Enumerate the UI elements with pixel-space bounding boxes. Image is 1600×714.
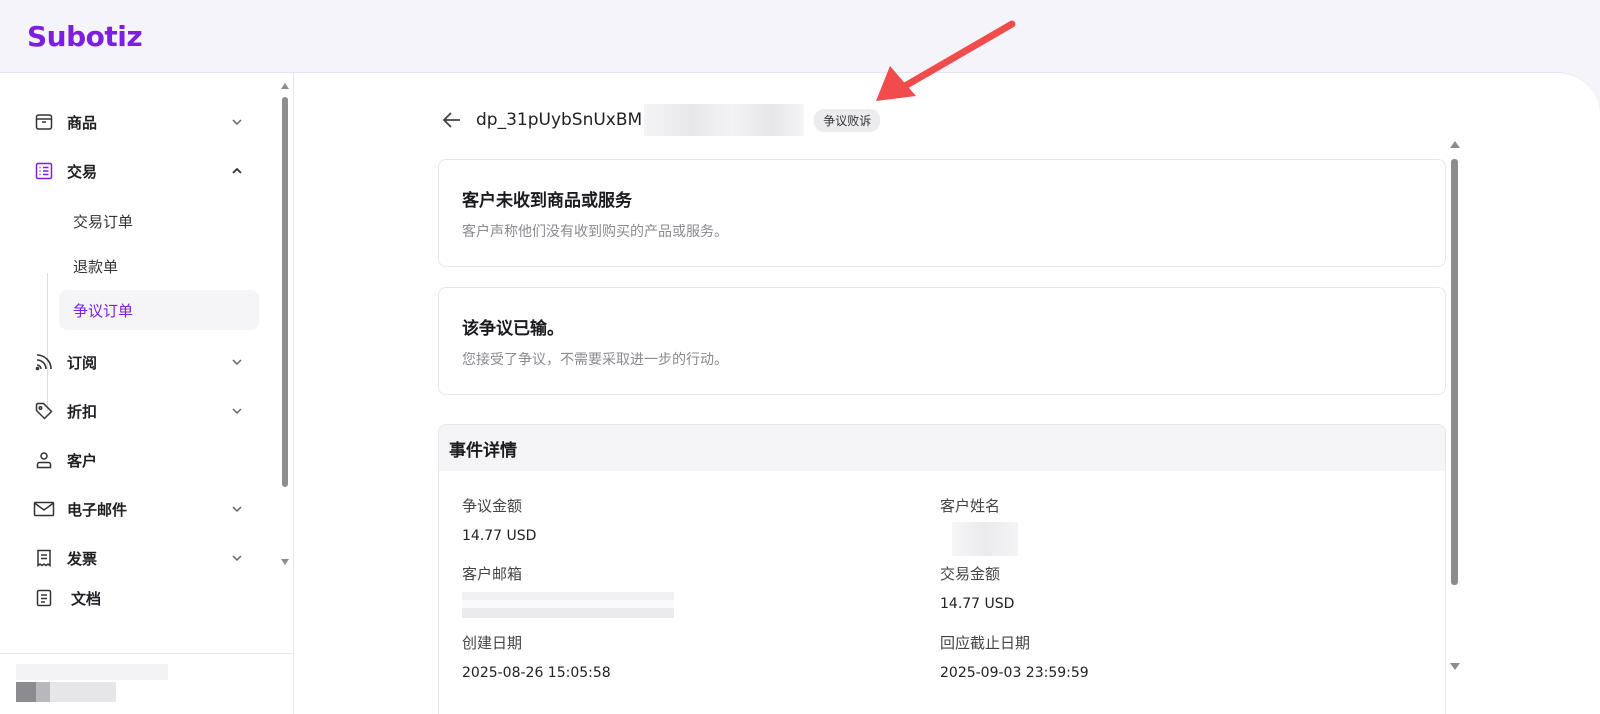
reason-description: 客户声称他们没有收到购买的产品或服务。 [462, 224, 728, 240]
sidebar-item-label: 客户 [67, 451, 98, 470]
sidebar-item-label: 交易 [67, 162, 98, 181]
sidebar-item-label: 文档 [71, 589, 102, 608]
box-icon [33, 111, 55, 133]
result-title: 该争议已输。 [462, 319, 564, 339]
doc-icon [33, 587, 55, 609]
mail-icon [33, 498, 55, 520]
sidebar-item-subscriptions[interactable]: 订阅 [33, 346, 249, 378]
redacted-customer-name [952, 522, 1018, 556]
redacted-customer-email [462, 592, 674, 618]
sidebar-item-label: 商品 [67, 113, 98, 132]
chevron-down-icon [232, 119, 242, 126]
sidebar: 商品 交易 交易订单 退款单 争议订单 订阅 折扣 客户 电子邮件 发票 文档 [0, 73, 294, 714]
redacted-id-suffix [644, 104, 805, 136]
sidebar-item-customers[interactable]: 客户 [33, 444, 249, 476]
field-created-date: 创建日期 2025-08-26 15:05:58 [462, 632, 611, 681]
chevron-down-icon [232, 359, 242, 366]
invoice-icon [33, 547, 55, 569]
field-value: 14.77 USD [940, 596, 1015, 612]
main-scrollbar-thumb[interactable] [1451, 159, 1458, 585]
rss-icon [33, 351, 55, 373]
sidebar-subitem-refunds[interactable]: 退款单 [59, 246, 259, 286]
sidebar-subitem-disputes[interactable]: 争议订单 [59, 290, 259, 330]
field-label: 争议金额 [462, 497, 523, 515]
sidebar-item-transactions[interactable]: 交易 [33, 155, 249, 187]
event-details-panel: 事件详情 争议金额 14.77 USD 客户姓名 客户邮箱 交易金额 14.77… [438, 424, 1446, 714]
field-response-deadline: 回应截止日期 2025-09-03 23:59:59 [940, 632, 1089, 681]
field-label: 创建日期 [462, 634, 523, 652]
chevron-down-icon [232, 408, 242, 415]
chevron-down-icon [232, 555, 242, 562]
field-label: 客户姓名 [940, 497, 1001, 515]
dispute-reason-card: 客户未收到商品或服务 客户声称他们没有收到购买的产品或服务。 [438, 159, 1446, 267]
sidebar-item-label: 电子邮件 [67, 500, 128, 519]
chevron-down-icon [232, 506, 242, 513]
field-value: 14.77 USD [462, 528, 537, 544]
result-description: 您接受了争议，不需要采取进一步的行动。 [462, 352, 728, 368]
field-transaction-amount: 交易金额 14.77 USD [940, 563, 1014, 612]
field-label: 交易金额 [940, 565, 1001, 583]
sidebar-item-docs[interactable]: 文档 [33, 582, 249, 614]
list-icon [33, 160, 55, 182]
sidebar-nav: 商品 交易 交易订单 退款单 争议订单 订阅 折扣 客户 电子邮件 发票 文档 [0, 73, 278, 633]
sidebar-item-label: 折扣 [67, 402, 98, 421]
sidebar-item-label: 发票 [67, 549, 98, 568]
main-content: dp_31pUybSnUxBM 争议败诉 客户未收到商品或服务 客户声称他们没有… [295, 73, 1600, 714]
sidebar-scrollbar-thumb[interactable] [282, 97, 288, 487]
reason-title: 客户未收到商品或服务 [462, 191, 632, 211]
field-value: 2025-09-03 23:59:59 [940, 665, 1089, 681]
sidebar-item-email[interactable]: 电子邮件 [33, 493, 249, 525]
dispute-result-card: 该争议已输。 您接受了争议，不需要采取进一步的行动。 [438, 287, 1446, 395]
redacted-account-avatar [16, 682, 116, 702]
sidebar-subitem-orders[interactable]: 交易订单 [59, 201, 259, 241]
sidebar-item-invoices[interactable]: 发票 [33, 542, 249, 574]
sidebar-item-label: 订阅 [67, 353, 98, 372]
page-title: dp_31pUybSnUxBM [476, 110, 643, 130]
redacted-account-name [16, 664, 168, 680]
user-account-area[interactable] [0, 653, 294, 714]
tag-icon [33, 400, 55, 422]
field-customer-name: 客户姓名 [940, 495, 1018, 556]
field-customer-email: 客户邮箱 [462, 563, 674, 618]
field-label: 回应截止日期 [940, 634, 1031, 652]
sidebar-item-products[interactable]: 商品 [33, 106, 249, 138]
user-icon [33, 449, 55, 471]
field-dispute-amount: 争议金额 14.77 USD [462, 495, 536, 544]
status-badge: 争议败诉 [814, 108, 881, 132]
back-arrow-icon[interactable] [440, 108, 464, 132]
sidebar-item-discounts[interactable]: 折扣 [33, 395, 249, 427]
app-shell: 商品 交易 交易订单 退款单 争议订单 订阅 折扣 客户 电子邮件 发票 文档 … [0, 72, 1600, 714]
event-details-title: 事件详情 [439, 425, 1445, 471]
field-value: 2025-08-26 15:05:58 [462, 665, 611, 681]
page-header: dp_31pUybSnUxBM 争议败诉 [440, 104, 881, 136]
submenu-guide-line [47, 273, 48, 411]
field-label: 客户邮箱 [462, 565, 523, 583]
chevron-up-icon [232, 167, 242, 174]
logo[interactable]: Subotiz [27, 20, 143, 53]
top-bar: Subotiz [0, 0, 1600, 74]
